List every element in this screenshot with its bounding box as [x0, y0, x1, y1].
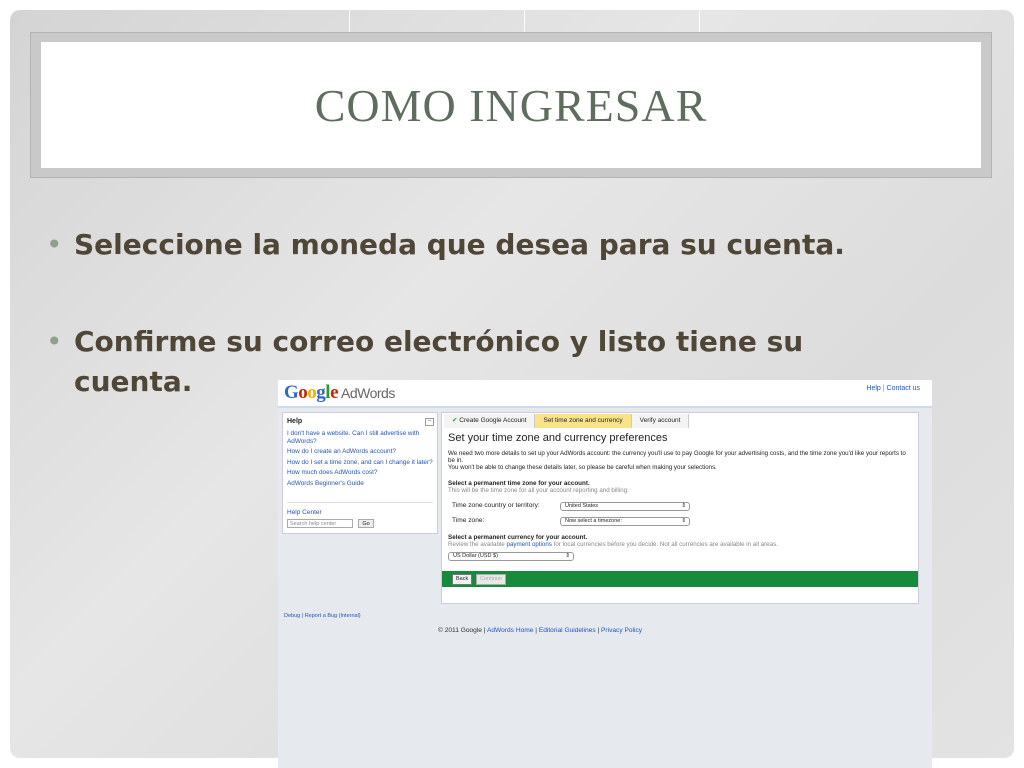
go-button[interactable]: Go [358, 519, 374, 528]
step-label: Create Google Account [459, 417, 527, 424]
currency-heading: Select a permanent currency for your acc… [448, 534, 588, 541]
setup-panel: ✔ Create Google Account Set time zone an… [441, 412, 919, 604]
top-links: Help | Contact us [866, 385, 920, 392]
step-time-zone-currency: Set time zone and currency [535, 414, 632, 428]
bullet-marker: • [46, 228, 63, 261]
adwords-screenshot: Google AdWords Help | Contact us Help – I… [278, 380, 932, 768]
select-value: United States [565, 503, 599, 509]
help-article-link[interactable]: How do I set a time zone, and can I chan… [287, 459, 433, 467]
check-icon: ✔ [452, 417, 458, 424]
help-link[interactable]: Help [866, 385, 880, 392]
adwords-header: Google AdWords Help | Contact us [278, 380, 932, 408]
footer: © 2011 Google | AdWords Home | Editorial… [438, 627, 642, 634]
footer-separator: | [535, 627, 537, 634]
title-frame: COMO INGRESAR [30, 32, 992, 178]
help-article-link[interactable]: How much does AdWords cost? [287, 469, 433, 477]
help-links: I don't have a website. Can I still adve… [287, 430, 433, 490]
debug-links[interactable]: Debug | Report a Bug (Internal) [284, 613, 361, 619]
title-box: COMO INGRESAR [41, 42, 981, 168]
divider [287, 502, 433, 503]
intro-line: We need two more details to set up your … [448, 450, 906, 464]
timezone-note: This will be the time zone for all your … [448, 487, 629, 494]
back-button[interactable]: Back [452, 574, 473, 585]
timezone-select[interactable]: Now select a timezone: ⇕ [560, 517, 690, 526]
select-value: US Dollar (USD $) [453, 553, 498, 559]
currency-select[interactable]: US Dollar (USD $) ⇕ [448, 552, 574, 561]
step-verify-account: Verify account [631, 414, 690, 428]
country-label: Time zone country or territory: [452, 502, 540, 509]
logo-letter: g [316, 382, 326, 403]
payment-options-link[interactable]: payment options [507, 541, 552, 548]
collapse-icon[interactable]: – [425, 418, 434, 426]
product-name: AdWords [341, 385, 395, 401]
help-article-link[interactable]: I don't have a website. Can I still adve… [287, 430, 433, 445]
contact-us-link[interactable]: Contact us [887, 385, 920, 392]
currency-note: Review the available payment options for… [448, 541, 778, 548]
action-bar: Back Continue [442, 571, 918, 587]
step-label: Verify account [639, 417, 681, 424]
note-text: Review the available [448, 541, 505, 548]
progress-steps: ✔ Create Google Account Set time zone an… [444, 414, 690, 428]
country-select[interactable]: United States ⇕ [560, 502, 690, 511]
step-label: Set time zone and currency [543, 417, 623, 424]
panel-title: Set your time zone and currency preferen… [448, 432, 668, 444]
logo-letter: G [284, 382, 299, 403]
logo-letter: e [330, 382, 338, 403]
logo-letter: o [307, 382, 317, 403]
logo-letter: o [298, 382, 308, 403]
help-search-input[interactable]: Search help center [287, 519, 353, 528]
bullet-item: • Seleccione la moneda que desea para su… [46, 225, 954, 265]
select-arrow-icon: ⇕ [565, 553, 570, 559]
editorial-guidelines-link[interactable]: Editorial Guidelines [539, 627, 596, 634]
step-create-account: ✔ Create Google Account [444, 414, 536, 428]
select-value: Now select a timezone: [565, 518, 622, 524]
note-text: for local currencies before you decide. … [553, 541, 778, 548]
google-adwords-logo: Google AdWords [284, 382, 395, 404]
help-center-link[interactable]: Help Center [287, 509, 322, 516]
intro-text: We need two more details to set up your … [448, 450, 910, 471]
select-arrow-icon: ⇕ [681, 518, 686, 524]
timezone-label: Time zone: [452, 517, 485, 524]
select-arrow-icon: ⇕ [681, 503, 686, 509]
continue-button[interactable]: Continue [476, 574, 507, 585]
help-panel: Help – I don't have a website. Can I sti… [282, 412, 438, 534]
bullet-marker: • [46, 325, 63, 358]
privacy-policy-link[interactable]: Privacy Policy [601, 627, 642, 634]
help-article-link[interactable]: How do I create an AdWords account? [287, 448, 433, 456]
link-separator: | [882, 385, 885, 392]
footer-separator: | [597, 627, 600, 634]
adwords-home-link[interactable]: AdWords Home [487, 627, 533, 634]
timezone-heading: Select a permanent time zone for your ac… [448, 480, 590, 487]
bullet-text: Seleccione la moneda que desea para su c… [74, 228, 845, 261]
slide-title: COMO INGRESAR [314, 79, 708, 131]
intro-line: You won't be able to change these detail… [448, 464, 717, 471]
help-article-link[interactable]: AdWords Beginner's Guide [287, 480, 433, 488]
copyright: © 2011 Google | [438, 627, 486, 634]
help-panel-title: Help [287, 418, 303, 425]
